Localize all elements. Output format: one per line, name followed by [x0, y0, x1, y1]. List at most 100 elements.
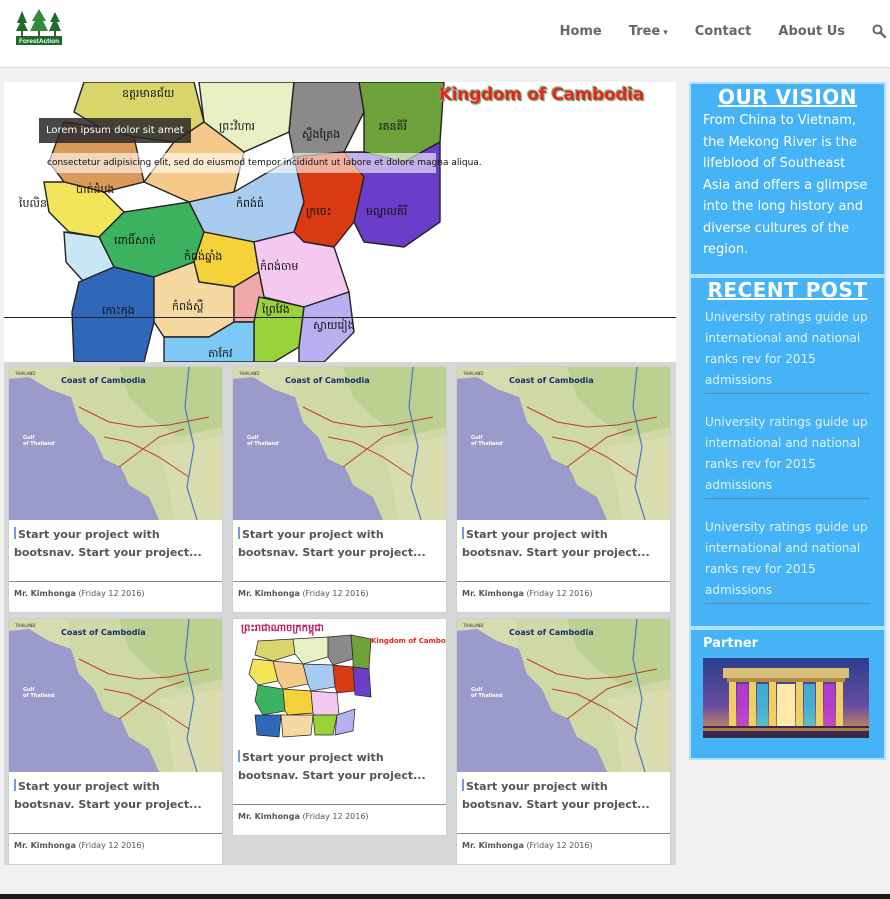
- partner-heading: Partner: [703, 636, 759, 651]
- nav-tree[interactable]: Tree ▾: [629, 24, 668, 39]
- vision-panel: OUR VISION From China to Vietnam, the Me…: [689, 82, 886, 276]
- title-marker: [462, 527, 464, 539]
- post-meta: Mr. Kimhonga (Friday 12 2016): [233, 582, 446, 612]
- svg-text:កំពង់ចាម: កំពង់ចាម: [260, 259, 298, 273]
- coast-map-image[interactable]: Coast of Cambodia THAILAND Gulf of Thail…: [233, 367, 446, 520]
- post-date: (Friday 12 2016): [526, 841, 593, 850]
- post-meta: Mr. Kimhonga (Friday 12 2016): [457, 834, 670, 864]
- post-author: Mr. Kimhonga: [14, 589, 76, 598]
- svg-text:ក្រចេះ: ក្រចេះ: [306, 205, 332, 218]
- partner-image[interactable]: [703, 658, 869, 738]
- logo-text: ForestAction: [19, 38, 59, 45]
- svg-text:Coast of Cambodia: Coast of Cambodia: [509, 628, 594, 637]
- recent-posts-panel: RECENT POST University ratings guide up …: [689, 276, 886, 628]
- svg-text:Coast of Cambodia: Coast of Cambodia: [61, 628, 146, 637]
- svg-text:ពោធិ៍សាត់: ពោធិ៍សាត់: [114, 232, 156, 247]
- svg-text:ព្រៃវែង: ព្រៃវែង: [261, 302, 290, 316]
- svg-text:THAILAND: THAILAND: [462, 371, 484, 376]
- title-marker: [238, 527, 240, 539]
- main-content: ឧត្តរមានជ័យ ព្រះវិហារ ស្ទឹងត្រែង រតនគិរី…: [4, 82, 676, 870]
- coast-map-image[interactable]: Coast of Cambodia THAILAND Gulf of Thail…: [457, 367, 670, 520]
- nav-contact[interactable]: Contact: [695, 24, 752, 39]
- title-marker: [14, 527, 16, 539]
- map-title: Kingdom of Cambodia: [371, 637, 446, 645]
- partner-panel: Partner: [689, 628, 886, 760]
- nav-home[interactable]: Home: [560, 24, 602, 39]
- post-date: (Friday 12 2016): [78, 589, 145, 598]
- svg-text:Coast of Cambodia: Coast of Cambodia: [61, 376, 146, 385]
- sidebar: OUR VISION From China to Vietnam, the Me…: [689, 82, 886, 760]
- coast-map-image[interactable]: Coast of Cambodia THAILAND Gulf of Thail…: [9, 619, 222, 772]
- svg-text:ឧត្តរមានជ័យ: ឧត្តរមានជ័យ: [122, 86, 174, 100]
- post-author: Mr. Kimhonga: [462, 589, 524, 598]
- post-title[interactable]: Start your project with bootsnav. Start y…: [457, 520, 670, 582]
- divider: [4, 317, 676, 318]
- main-nav: Home Tree ▾ Contact About Us: [560, 0, 890, 62]
- footer: [0, 894, 890, 899]
- post-title[interactable]: Start your project with bootsnav. Start y…: [233, 520, 446, 582]
- title-marker: [14, 779, 16, 791]
- post-card[interactable]: Coast of Cambodia THAILAND Gulf of Thail…: [456, 366, 671, 613]
- post-card[interactable]: Coast of Cambodia THAILAND Gulf of Thail…: [232, 366, 447, 613]
- coast-map-image[interactable]: Coast of Cambodia THAILAND Gulf of Thail…: [457, 619, 670, 772]
- svg-text:តាកែវ: តាកែវ: [208, 346, 233, 360]
- svg-text:Coast of Cambodia: Coast of Cambodia: [509, 376, 594, 385]
- svg-text:រតនគិរី: រតនគិរី: [379, 119, 407, 133]
- svg-text:THAILAND: THAILAND: [462, 623, 484, 628]
- svg-text:កំពង់ធំ: កំពង់ធំ: [236, 196, 264, 210]
- post-card[interactable]: Coast of Cambodia THAILAND Gulf of Thail…: [8, 366, 223, 613]
- svg-text:បៃលិន: បៃលិន: [18, 196, 47, 210]
- post-date: (Friday 12 2016): [302, 589, 369, 598]
- coast-map-image[interactable]: Coast of Cambodia THAILAND Gulf of Thail…: [9, 367, 222, 520]
- post-card[interactable]: Coast of Cambodia THAILAND Gulf of Thail…: [456, 618, 671, 865]
- svg-text:of Thailand: of Thailand: [23, 441, 55, 447]
- svg-text:THAILAND: THAILAND: [14, 371, 36, 376]
- svg-text:of Thailand: of Thailand: [471, 441, 503, 447]
- svg-text:THAILAND: THAILAND: [238, 371, 260, 376]
- post-meta: Mr. Kimhonga (Friday 12 2016): [9, 834, 222, 864]
- slide-caption-title: Lorem ipsum dolor sit amet: [39, 118, 191, 143]
- post-title[interactable]: Start your project with bootsnav. Start y…: [9, 520, 222, 582]
- post-title[interactable]: Start your project with bootsnav. Start y…: [233, 743, 446, 805]
- post-meta: Mr. Kimhonga (Friday 12 2016): [233, 805, 446, 835]
- post-author: Mr. Kimhonga: [238, 812, 300, 821]
- svg-text:of Thailand: of Thailand: [471, 693, 503, 699]
- navbar: ForestAction Home Tree ▾ Contact About Us: [0, 0, 890, 68]
- post-meta: Mr. Kimhonga (Friday 12 2016): [9, 582, 222, 612]
- vision-text: From China to Vietnam, the Mekong River …: [703, 113, 868, 257]
- svg-text:THAILAND: THAILAND: [14, 623, 36, 628]
- svg-text:of Thailand: of Thailand: [23, 693, 55, 699]
- post-date: (Friday 12 2016): [526, 589, 593, 598]
- caret-down-icon: ▾: [663, 27, 668, 38]
- post-grid: Coast of Cambodia THAILAND Gulf of Thail…: [4, 362, 676, 865]
- svg-text:កំពង់ស្ពឺ: កំពង់ស្ពឺ: [172, 299, 203, 313]
- post-author: Mr. Kimhonga: [462, 841, 524, 850]
- logo-icon[interactable]: ForestAction: [16, 9, 62, 45]
- title-marker: [238, 750, 240, 762]
- svg-text:កំពង់ឆ្នាំង: កំពង់ឆ្នាំង: [184, 249, 222, 263]
- post-date: (Friday 12 2016): [302, 812, 369, 821]
- recent-post-link[interactable]: University ratings guide up internationa…: [705, 517, 870, 604]
- search-icon[interactable]: [872, 24, 886, 38]
- post-date: (Friday 12 2016): [78, 841, 145, 850]
- post-meta: Mr. Kimhonga (Friday 12 2016): [457, 582, 670, 612]
- province-map-image[interactable]: ព្រះរាជាណាចក្រកម្ពុជា Kingdom of Cambodi…: [233, 619, 446, 743]
- svg-text:មណ្ឌលគិរី: មណ្ឌលគិរី: [366, 204, 407, 218]
- post-card[interactable]: Coast of Cambodia THAILAND Gulf of Thail…: [8, 618, 223, 865]
- vision-heading: OUR VISION: [717, 85, 858, 109]
- slide-caption-text: consectetur adipisicing elit, sed do eiu…: [41, 153, 482, 173]
- nav-about-us[interactable]: About Us: [778, 24, 845, 39]
- svg-text:ស្វាយរៀង: ស្វាយរៀង: [313, 318, 355, 333]
- recent-post-link[interactable]: University ratings guide up internationa…: [705, 307, 870, 394]
- hero-slider[interactable]: ឧត្តរមានជ័យ ព្រះវិហារ ស្ទឹងត្រែង រតនគិរី…: [4, 82, 676, 362]
- recent-heading: RECENT POST: [707, 278, 868, 302]
- recent-post-link[interactable]: University ratings guide up internationa…: [705, 412, 870, 499]
- svg-text:បាត់ដំបង: បាត់ដំបង: [76, 182, 114, 196]
- post-author: Mr. Kimhonga: [238, 589, 300, 598]
- post-title[interactable]: Start your project with bootsnav. Start y…: [9, 772, 222, 834]
- post-author: Mr. Kimhonga: [14, 841, 76, 850]
- post-card[interactable]: ព្រះរាជាណាចក្រកម្ពុជា Kingdom of Cambodi…: [232, 618, 447, 836]
- svg-text:ព្រះវិហារ: ព្រះវិហារ: [219, 119, 255, 133]
- post-title[interactable]: Start your project with bootsnav. Start y…: [457, 772, 670, 834]
- svg-text:ស្ទឹងត្រែង: ស្ទឹងត្រែង: [302, 127, 340, 141]
